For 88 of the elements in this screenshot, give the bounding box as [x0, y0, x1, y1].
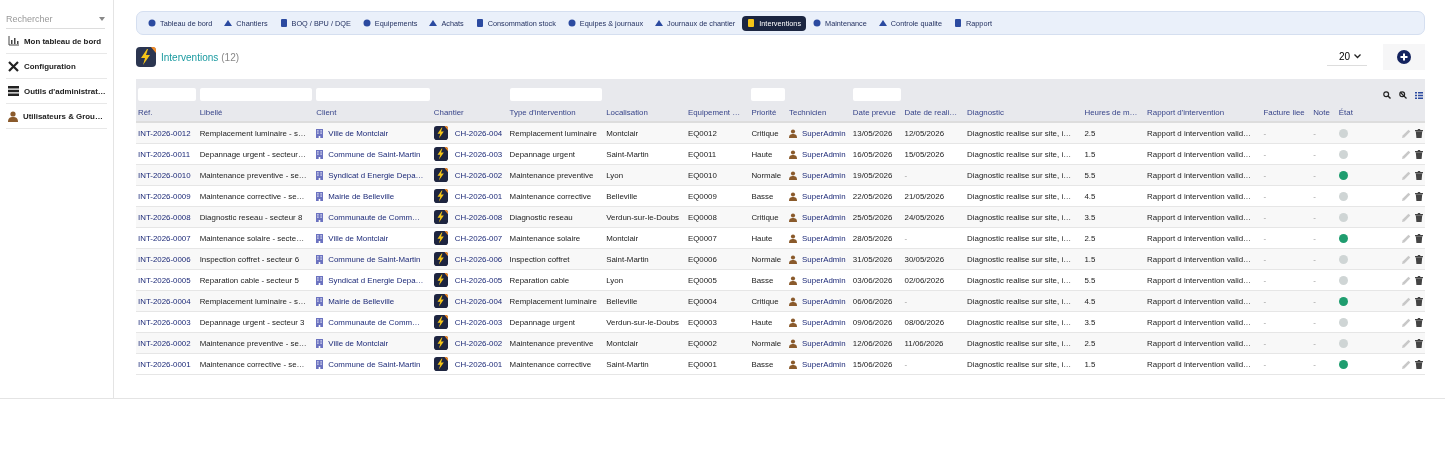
edit-icon[interactable] [1401, 191, 1411, 201]
lightning-icon [433, 210, 448, 224]
edit-icon[interactable] [1401, 296, 1411, 306]
chart-icon [8, 36, 19, 46]
delete-icon[interactable] [1415, 128, 1423, 138]
building-icon [316, 296, 324, 306]
caret-icon [1354, 53, 1361, 59]
delete-icon[interactable] [1415, 212, 1423, 222]
building-icon [316, 212, 324, 222]
lightning-icon [433, 315, 448, 329]
edit-icon[interactable] [1401, 170, 1411, 180]
clear-search-icon[interactable] [1398, 91, 1407, 99]
lightning-icon [433, 189, 448, 203]
triangle-icon [224, 19, 233, 27]
building-icon [316, 191, 324, 201]
edit-icon[interactable] [1401, 338, 1411, 348]
caret-icon [99, 17, 105, 21]
user-icon [789, 170, 798, 180]
building-icon [316, 170, 324, 180]
building-icon [316, 338, 324, 348]
lightning-icon [433, 126, 448, 140]
page-title: Interventions [161, 51, 219, 63]
delete-icon[interactable] [1415, 338, 1423, 348]
delete-icon[interactable] [1415, 359, 1423, 369]
triangle-icon [878, 19, 887, 27]
user-icon [8, 110, 18, 122]
edit-icon[interactable] [1401, 317, 1411, 327]
user-icon [789, 317, 798, 327]
document-icon [953, 19, 962, 27]
delete-icon[interactable] [1415, 254, 1423, 264]
user-icon [789, 254, 798, 264]
delete-icon[interactable] [1415, 149, 1423, 159]
delete-icon[interactable] [1415, 317, 1423, 327]
building-icon [316, 149, 324, 159]
lightning-icon [433, 168, 448, 182]
lightning-logo-icon [136, 47, 156, 67]
triangle-icon [655, 19, 664, 27]
building-icon [316, 359, 324, 369]
document-icon [279, 19, 288, 27]
delete-icon[interactable] [1415, 191, 1423, 201]
dot-icon [567, 19, 576, 27]
edit-icon[interactable] [1401, 254, 1411, 264]
building-icon [316, 254, 324, 264]
dot-icon [362, 19, 371, 27]
building-icon [316, 317, 324, 327]
search-field[interactable]: Rechercher [6, 14, 92, 24]
edit-icon[interactable] [1401, 149, 1411, 159]
delete-icon[interactable] [1415, 296, 1423, 306]
edit-icon[interactable] [1401, 128, 1411, 138]
lightning-icon [433, 336, 448, 350]
user-icon [789, 296, 798, 306]
lightning-icon [433, 357, 448, 371]
lightning-icon [433, 252, 448, 266]
column-list-icon[interactable] [1415, 92, 1423, 99]
delete-icon[interactable] [1415, 275, 1423, 285]
lightning-icon [433, 147, 448, 161]
user-icon [789, 233, 798, 243]
user-icon [789, 149, 798, 159]
edit-icon[interactable] [1401, 212, 1411, 222]
add-button[interactable] [1383, 44, 1425, 70]
edit-icon[interactable] [1401, 233, 1411, 243]
building-icon [316, 233, 324, 243]
user-icon [789, 212, 798, 222]
user-icon [789, 338, 798, 348]
dot-icon [813, 19, 822, 27]
delete-icon[interactable] [1415, 233, 1423, 243]
building-icon [316, 275, 324, 285]
lightning-icon [433, 273, 448, 287]
lightning-icon [433, 294, 448, 308]
tools-icon [8, 60, 19, 72]
building-icon [316, 128, 324, 138]
server-icon [8, 86, 19, 96]
user-icon [789, 191, 798, 201]
page-size-select[interactable]: 20 [1326, 48, 1367, 66]
document-icon [475, 19, 484, 27]
search-icon[interactable] [1382, 91, 1391, 99]
delete-icon[interactable] [1415, 170, 1423, 180]
dot-icon [148, 19, 156, 27]
edit-icon[interactable] [1401, 275, 1411, 285]
edit-icon[interactable] [1401, 359, 1411, 369]
user-icon [789, 359, 798, 369]
record-count: (12) [221, 51, 240, 63]
plus-icon [1397, 50, 1411, 64]
lightning-icon [433, 231, 448, 245]
user-icon [789, 128, 798, 138]
triangle-icon [429, 19, 438, 27]
document-icon [747, 19, 756, 27]
user-icon [789, 275, 798, 285]
